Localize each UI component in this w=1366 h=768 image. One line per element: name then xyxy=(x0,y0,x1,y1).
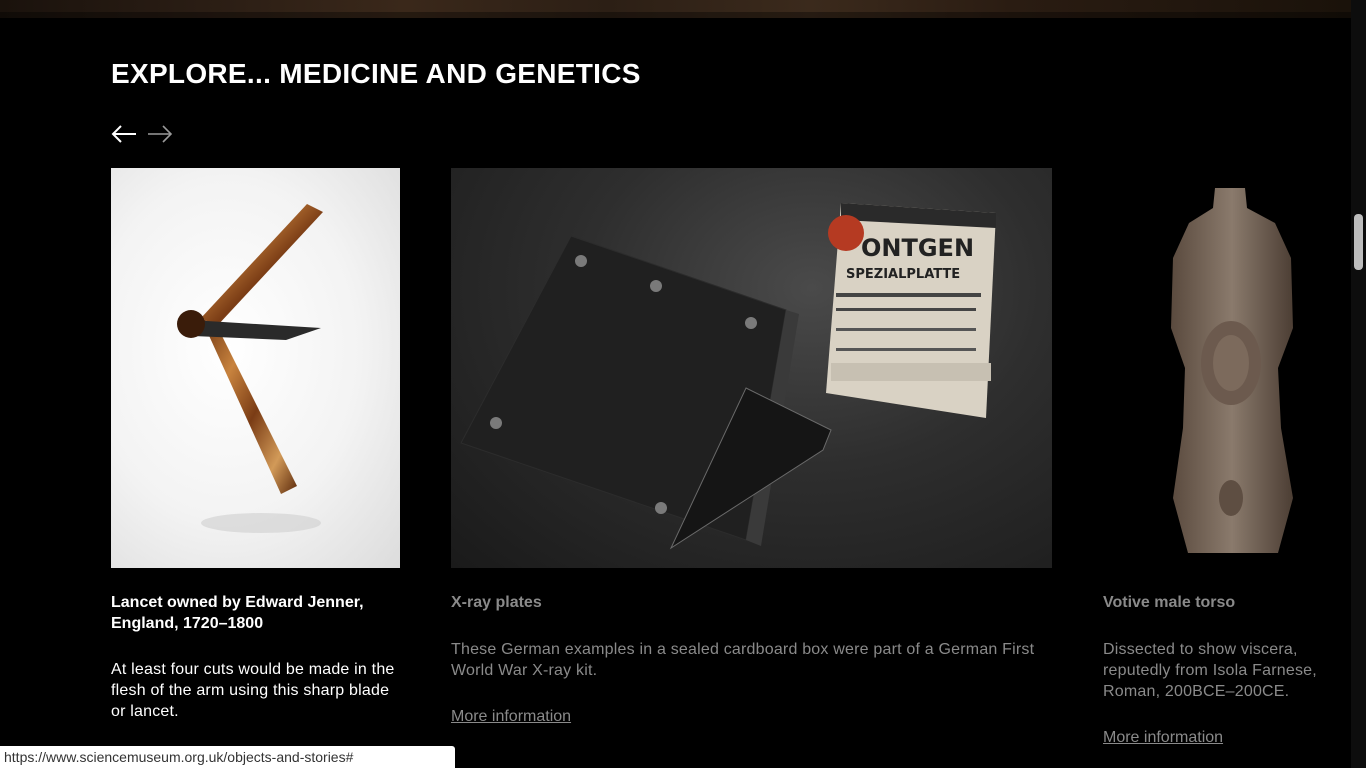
more-information-link[interactable]: More information xyxy=(451,708,571,726)
lancet-illustration xyxy=(177,204,323,533)
box-sublabel-text: SPEZIALPLATTE xyxy=(846,267,960,282)
xray-plates-image[interactable]: ONTGEN SPEZIALPLATTE xyxy=(451,168,1052,568)
page: EXPLORE... MEDICINE AND GENETICS Lancet … xyxy=(0,0,1366,768)
box-label-text: ONTGEN xyxy=(861,234,974,262)
card-description: These German examples in a sealed cardbo… xyxy=(451,641,1035,679)
card-title[interactable]: Lancet owned by Edward Jenner, England, … xyxy=(111,592,400,634)
votive-torso-illustration xyxy=(1171,188,1293,553)
card-description: At least four cuts would be made in the … xyxy=(111,661,395,720)
lancet-image[interactable] xyxy=(111,168,400,568)
carousel-next-button[interactable] xyxy=(147,121,173,147)
votive-torso-image[interactable] xyxy=(1103,168,1351,568)
carousel-nav xyxy=(111,121,173,147)
carousel-prev-button[interactable] xyxy=(111,121,137,147)
card-title[interactable]: Votive male torso xyxy=(1103,592,1351,613)
hero-image-bottom-edge xyxy=(0,0,1351,18)
carousel-card-lancet[interactable]: Lancet owned by Edward Jenner, England, … xyxy=(111,168,400,720)
card-description: Dissected to show viscera, reputedly fro… xyxy=(1103,641,1317,700)
carousel-card-votive-torso[interactable]: Votive male torso Dissected to show visc… xyxy=(1103,168,1351,746)
scrollbar-thumb[interactable] xyxy=(1354,214,1363,270)
more-information-link[interactable]: More information xyxy=(1103,729,1223,747)
card-title[interactable]: X-ray plates xyxy=(451,592,1052,613)
browser-status-bar: https://www.sciencemuseum.org.uk/objects… xyxy=(0,746,455,768)
arrow-left-icon xyxy=(111,125,136,143)
arrow-right-icon xyxy=(148,125,173,143)
page-scrollbar[interactable] xyxy=(1351,0,1366,768)
section-heading: EXPLORE... MEDICINE AND GENETICS xyxy=(111,58,641,89)
carousel-card-xray-plates[interactable]: ONTGEN SPEZIALPLATTE X-ray plates These … xyxy=(451,168,1052,725)
xray-plates-illustration: ONTGEN SPEZIALPLATTE xyxy=(460,203,996,550)
